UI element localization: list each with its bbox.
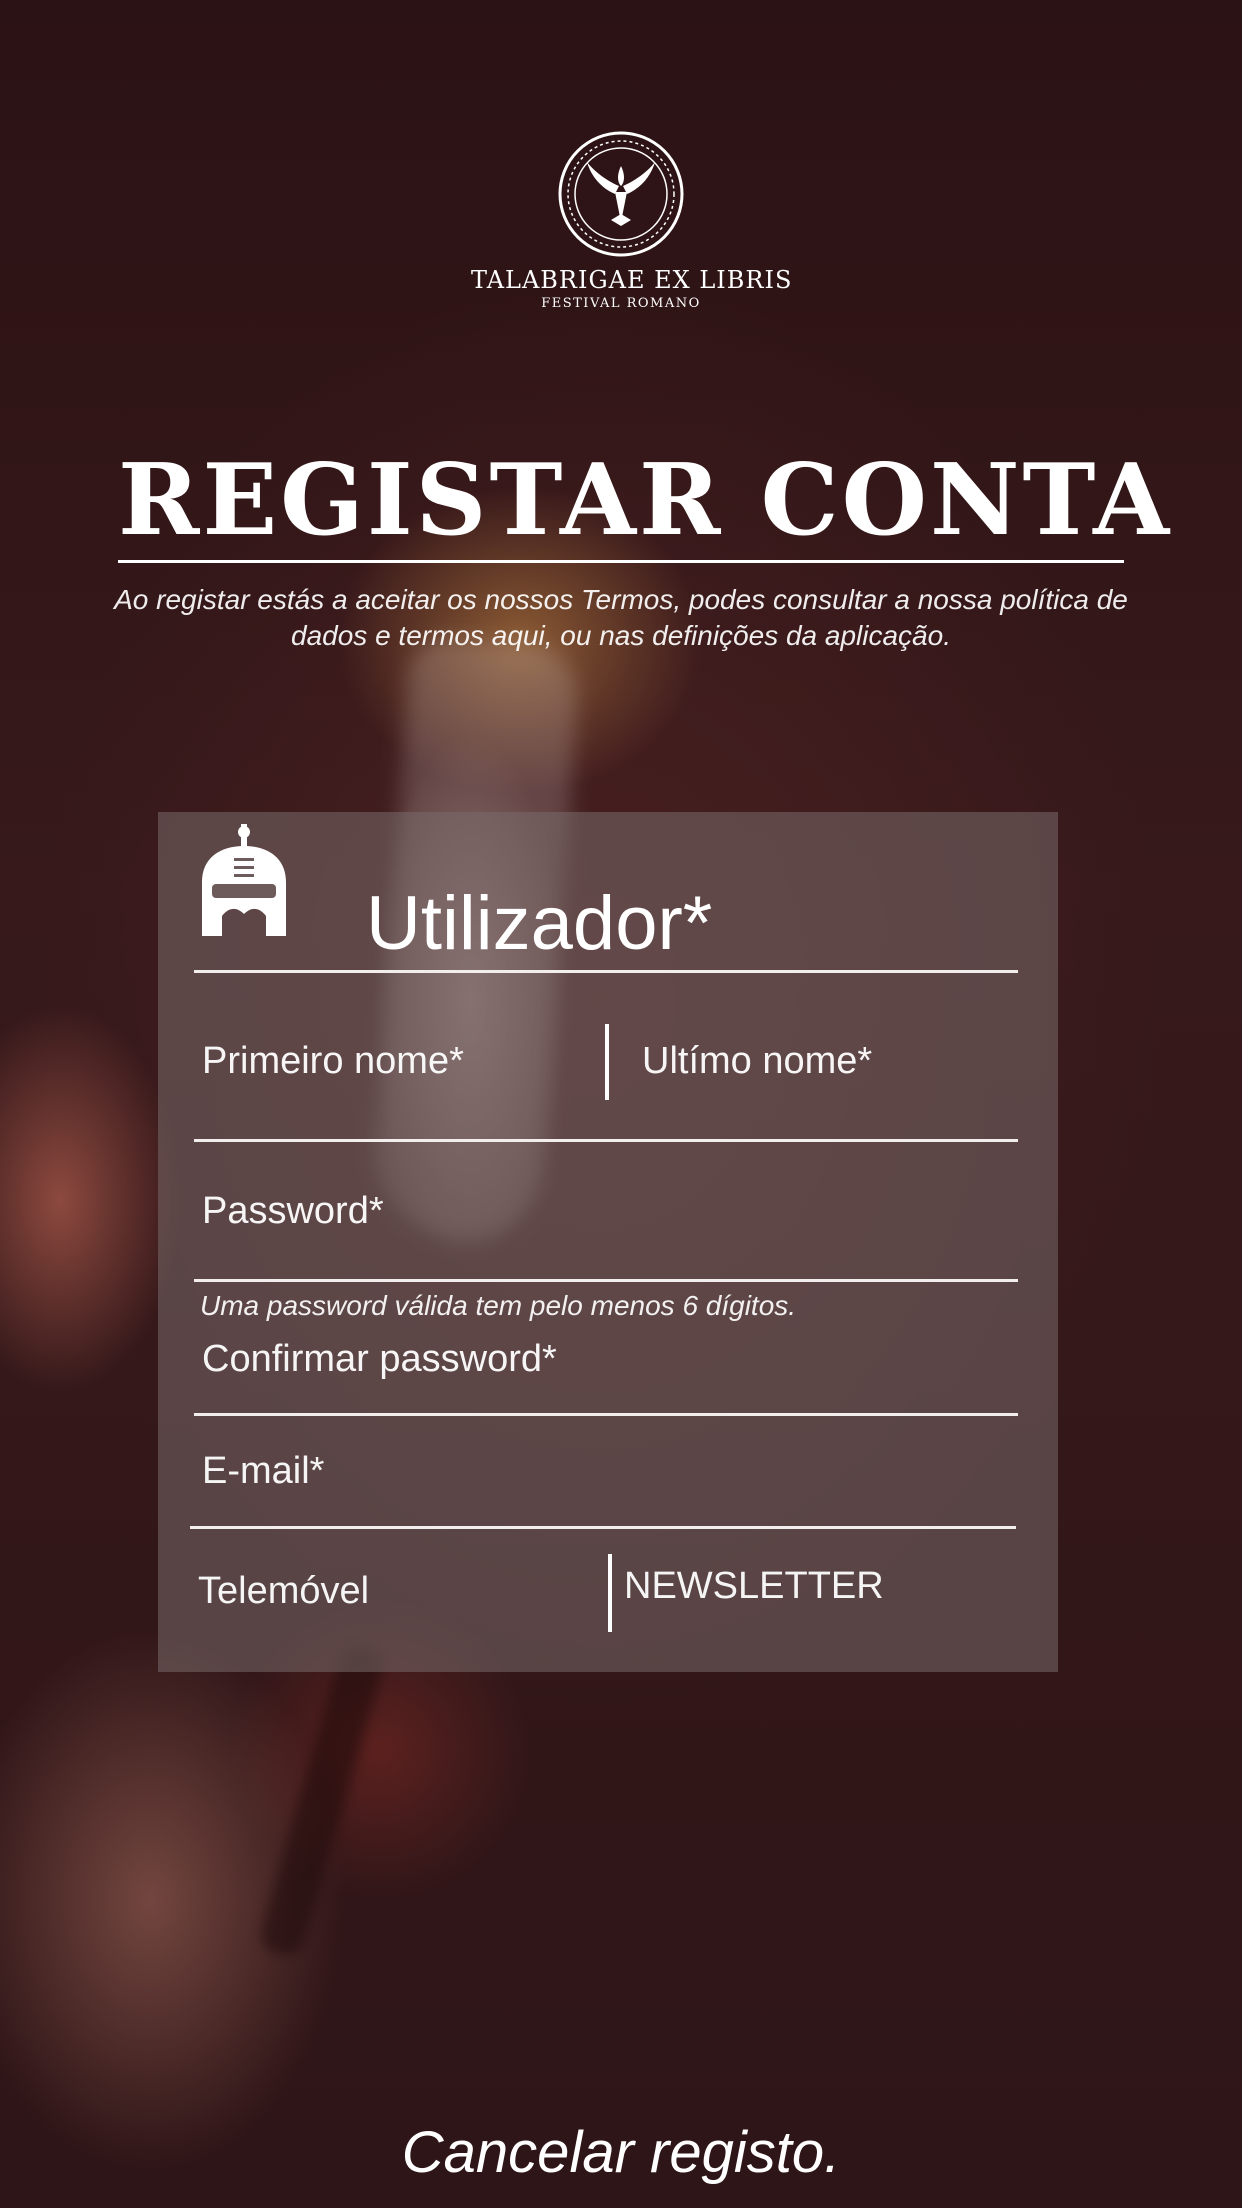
name-field-separator [605,1024,609,1100]
phoenix-emblem-icon [558,131,684,257]
cancel-registration-link[interactable]: Cancelar registo. [0,2124,1242,2182]
name-field-underline [194,1139,1018,1142]
logo-subtitle: FESTIVAL ROMANO [541,296,701,311]
confirm-password-underline [194,1413,1018,1416]
password-input[interactable]: Password* [202,1192,384,1230]
email-field-underline [190,1526,1016,1529]
last-name-input[interactable]: Ultímo nome* [642,1042,872,1080]
password-hint: Uma password válida tem pelo menos 6 díg… [200,1290,797,1321]
user-section-header: Utilizador* [194,824,1024,962]
section-title: Utilizador* [366,881,713,966]
phone-input[interactable]: Telemóvel [198,1572,369,1610]
email-input[interactable]: E-mail* [202,1452,324,1490]
phone-newsletter-separator [608,1554,612,1632]
first-name-input[interactable]: Primeiro nome* [202,1042,464,1080]
roman-helmet-icon [202,824,286,936]
section-divider [194,970,1018,973]
festival-logo: TALABRIGAE EX LIBRIS FESTIVAL ROMANO [471,130,793,311]
confirm-password-input[interactable]: Confirmar password* [202,1340,557,1378]
registration-form: Utilizador* Primeiro nome* Ultímo nome* … [158,812,1058,1672]
title-underline [118,560,1124,563]
page-title: REGISTAR CONTA [118,443,1173,558]
password-field-underline [194,1279,1018,1282]
newsletter-toggle[interactable]: NEWSLETTER [624,1567,884,1605]
logo-title: TALABRIGAE EX LIBRIS [471,266,793,294]
terms-text[interactable]: Ao registar estás a aceitar os nossos Te… [110,582,1132,654]
